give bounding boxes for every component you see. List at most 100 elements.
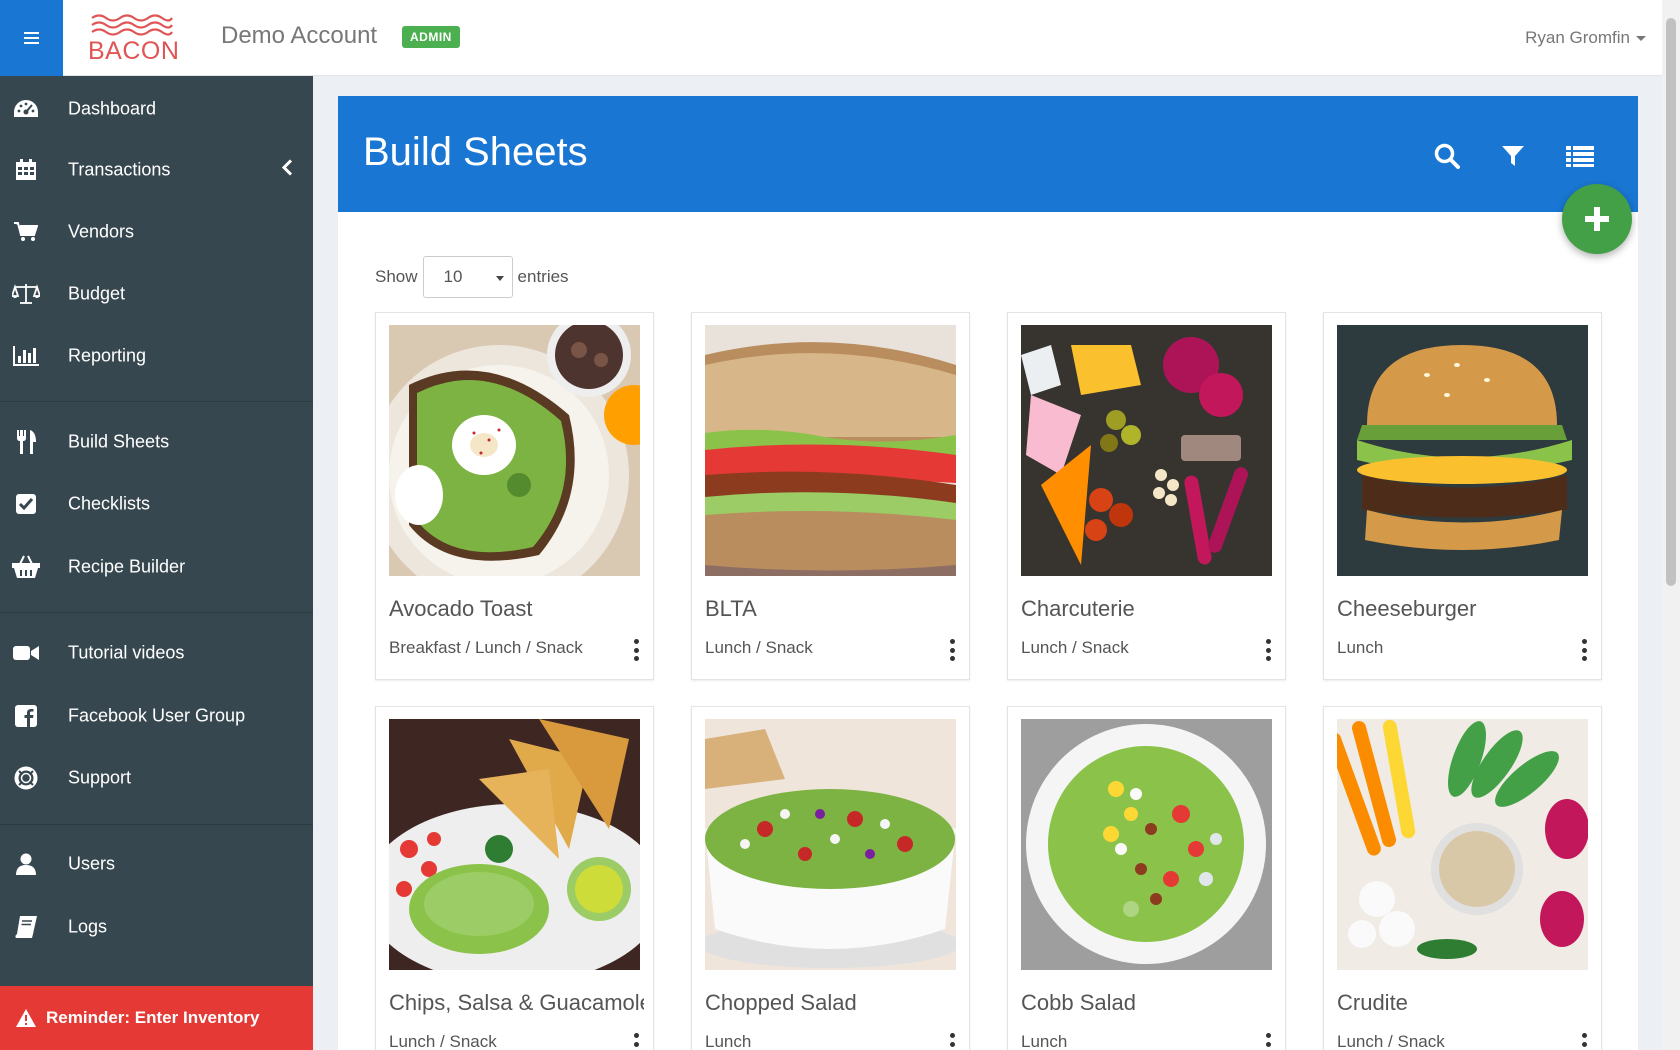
reminder-text: Reminder: Enter Inventory	[46, 1008, 260, 1027]
sidebar-item-vendors[interactable]: Vendors	[0, 204, 313, 260]
build-sheet-card[interactable]: Chips, Salsa & Guacamole Lunch / Snack	[375, 706, 654, 1050]
add-build-sheet-button[interactable]	[1562, 184, 1632, 254]
card-category: Breakfast / Lunch / Snack	[389, 638, 583, 657]
calendar-icon	[12, 158, 40, 182]
sidebar-item-label: Facebook User Group	[68, 705, 246, 726]
build-sheet-card[interactable]: Cheeseburger Lunch	[1323, 312, 1602, 680]
utensils-icon	[12, 430, 40, 454]
card-title: Cobb Salad	[1021, 990, 1136, 1015]
sidebar-item-recipe-builder[interactable]: Recipe Builder	[0, 539, 313, 595]
sidebar-item-transactions[interactable]: Transactions	[0, 142, 313, 198]
build-sheet-card[interactable]: Cobb Salad Lunch	[1007, 706, 1286, 1050]
sidebar: Dashboard Transactions Vendors Budget Re…	[0, 76, 313, 1050]
user-menu-dropdown[interactable]: Ryan Gromfin	[1525, 28, 1646, 48]
build-sheet-card[interactable]: Crudite Lunch / Snack	[1323, 706, 1602, 1050]
sidebar-item-logs[interactable]: Logs	[0, 899, 313, 955]
sidebar-item-dashboard[interactable]: Dashboard	[0, 81, 313, 137]
more-vertical-icon[interactable]	[632, 639, 640, 661]
basket-icon	[12, 555, 40, 579]
list-view-button[interactable]	[1560, 136, 1600, 176]
filter-button[interactable]	[1493, 136, 1533, 176]
card-title: Chips, Salsa & Guacamole	[389, 990, 644, 1015]
entries-length-control: Show 10 entries	[375, 256, 569, 298]
charcuterie-image	[1021, 325, 1272, 576]
filter-icon	[1502, 146, 1524, 166]
shopping-cart-icon	[12, 220, 40, 244]
sidebar-item-tutorial-videos[interactable]: Tutorial videos	[0, 625, 313, 681]
chips-salsa-guacamole-image	[389, 719, 640, 970]
plus-icon	[1585, 207, 1609, 231]
more-vertical-icon[interactable]	[1264, 1033, 1272, 1050]
more-vertical-icon[interactable]	[1264, 639, 1272, 661]
sidebar-item-facebook-user-group[interactable]: Facebook User Group	[0, 688, 313, 744]
search-icon	[1434, 143, 1460, 169]
balance-scale-icon	[12, 282, 40, 306]
sidebar-item-label: Recipe Builder	[68, 556, 186, 577]
book-icon	[12, 915, 40, 939]
admin-badge: ADMIN	[402, 26, 460, 48]
bacon-logo[interactable]: BACON	[88, 12, 179, 65]
cobb-salad-image	[1021, 719, 1272, 970]
entries-label: entries	[517, 267, 569, 286]
sidebar-item-label: Reporting	[68, 345, 147, 366]
page-scrollbar[interactable]	[1662, 0, 1680, 1050]
caret-down-icon	[1636, 36, 1646, 42]
sidebar-item-label: Checklists	[68, 493, 151, 514]
more-vertical-icon[interactable]	[1580, 1033, 1588, 1050]
build-sheet-card[interactable]: Charcuterie Lunch / Snack	[1007, 312, 1286, 680]
account-name: Demo Account	[221, 22, 378, 49]
bar-chart-icon	[12, 344, 40, 368]
caret-down-icon	[495, 276, 504, 281]
more-vertical-icon[interactable]	[948, 1033, 956, 1050]
cheeseburger-image	[1337, 325, 1588, 576]
card-title: Charcuterie	[1021, 596, 1135, 621]
chevron-left-icon[interactable]	[281, 159, 293, 181]
life-ring-icon	[12, 766, 40, 790]
build-sheets-panel: Build Sheets Show 10 entries Avocado Toa…	[338, 96, 1638, 1050]
build-sheet-card[interactable]: Avocado Toast Breakfast / Lunch / Snack	[375, 312, 654, 680]
card-category: Lunch	[1021, 1032, 1068, 1050]
entries-select[interactable]: 10	[422, 256, 513, 298]
sidebar-item-support[interactable]: Support	[0, 750, 313, 806]
sidebar-item-checklists[interactable]: Checklists	[0, 476, 313, 532]
facebook-icon	[12, 704, 40, 728]
search-button[interactable]	[1427, 136, 1467, 176]
card-title: Chopped Salad	[705, 990, 857, 1015]
sidebar-item-reporting[interactable]: Reporting	[0, 328, 313, 384]
menu-toggle-button[interactable]	[0, 0, 63, 76]
card-category: Lunch / Snack	[705, 638, 813, 657]
sidebar-item-label: Logs	[68, 916, 108, 937]
list-icon	[1566, 146, 1594, 167]
card-title: Cheeseburger	[1337, 596, 1477, 621]
more-vertical-icon[interactable]	[1580, 639, 1588, 661]
sidebar-divider	[0, 824, 313, 825]
sidebar-item-label: Tutorial videos	[68, 642, 185, 663]
sidebar-item-users[interactable]: Users	[0, 836, 313, 892]
sidebar-item-build-sheets[interactable]: Build Sheets	[0, 414, 313, 470]
reminder-banner[interactable]: Reminder: Enter Inventory	[0, 986, 313, 1050]
warning-icon	[16, 1009, 36, 1027]
build-sheet-card[interactable]: BLTA Lunch / Snack	[691, 312, 970, 680]
user-name: Ryan Gromfin	[1525, 28, 1630, 47]
panel-header: Build Sheets	[338, 96, 1638, 212]
more-vertical-icon[interactable]	[948, 639, 956, 661]
page-title: Build Sheets	[363, 130, 588, 174]
sidebar-item-label: Dashboard	[68, 98, 157, 119]
scrollbar-thumb[interactable]	[1666, 18, 1676, 586]
avocado-toast-image	[389, 325, 640, 576]
tachometer-icon	[12, 97, 40, 121]
entries-select-value: 10	[443, 267, 463, 286]
card-category: Lunch	[1337, 638, 1384, 657]
sidebar-item-budget[interactable]: Budget	[0, 266, 313, 322]
card-title: Avocado Toast	[389, 596, 533, 621]
build-sheet-card[interactable]: Chopped Salad Lunch	[691, 706, 970, 1050]
top-navbar: BACON Demo Account ADMIN Ryan Gromfin	[0, 0, 1662, 76]
card-title: Crudite	[1337, 990, 1408, 1015]
sidebar-item-label: Users	[68, 853, 116, 874]
crudite-image	[1337, 719, 1588, 970]
sidebar-item-label: Support	[68, 767, 132, 788]
sidebar-item-label: Transactions	[68, 159, 171, 180]
card-category: Lunch / Snack	[389, 1032, 497, 1050]
more-vertical-icon[interactable]	[632, 1033, 640, 1050]
sidebar-item-label: Vendors	[68, 221, 135, 242]
